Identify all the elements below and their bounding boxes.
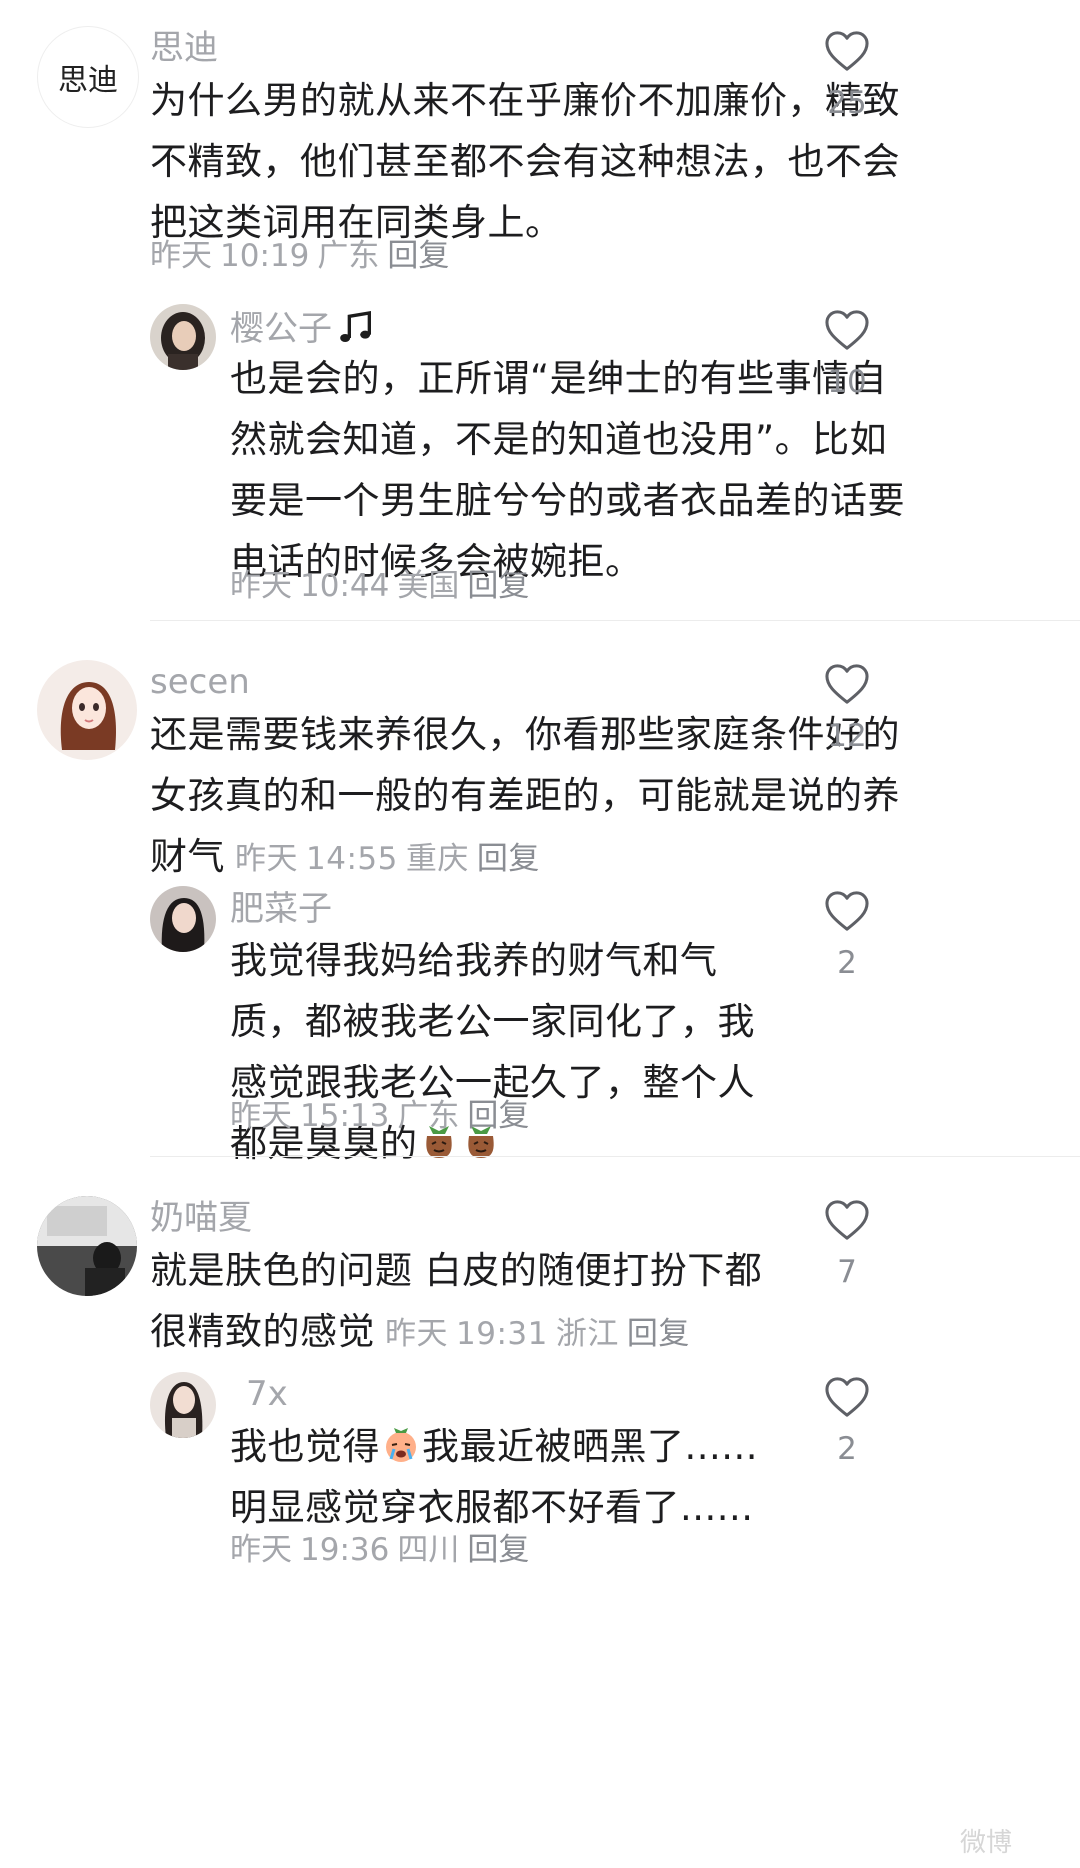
heart-icon [825, 1200, 869, 1240]
like-button[interactable]: 2 [807, 890, 887, 980]
avatar[interactable] [150, 304, 216, 370]
comment-location: 广东 [317, 238, 380, 274]
reply-date: 昨天 [230, 1098, 292, 1134]
like-button[interactable]: 12 [807, 663, 887, 753]
reply-location: 四川 [397, 1532, 460, 1568]
avatar[interactable] [37, 1196, 137, 1296]
avatar[interactable] [150, 1372, 216, 1438]
reply-meta: 昨天 15:13 广东 回复 [230, 1096, 537, 1136]
comment-meta: 昨天 14:55 重庆 回复 [235, 841, 548, 877]
comment-text: 还是需要钱来养很久，你看那些家庭条件好的女孩真的和一般的有差距的，可能就是说的养… [150, 704, 920, 887]
reply-button[interactable]: 回复 [467, 568, 529, 604]
heart-icon [825, 31, 869, 71]
username[interactable]: 奶喵夏 [150, 1198, 252, 1238]
like-count: 12 [827, 718, 867, 754]
comment-time: 19:31 [456, 1316, 548, 1352]
like-count: 2 [837, 1431, 857, 1467]
heart-icon [825, 310, 869, 350]
reply-button[interactable]: 回复 [477, 841, 540, 877]
music-note-icon [336, 308, 376, 348]
reply-time: 10:44 [300, 568, 390, 604]
reply-button[interactable]: 回复 [467, 1098, 529, 1134]
heart-icon [825, 664, 869, 704]
reply-location: 美国 [397, 568, 460, 604]
divider [150, 620, 1080, 621]
comment-time: 10:19 [220, 238, 310, 274]
avatar[interactable] [150, 886, 216, 952]
like-count: 25 [827, 85, 867, 121]
like-button[interactable]: 7 [807, 1199, 887, 1289]
like-count: 7 [837, 1254, 857, 1290]
reply-text-part-a: 我也觉得 [230, 1425, 380, 1468]
avatar[interactable] [37, 660, 137, 760]
reply-location: 广东 [397, 1098, 460, 1134]
reply-text: 我也觉得 我最近被晒黑了......明显感觉穿衣服都不好看了...... [230, 1416, 790, 1538]
comment-location: 浙江 [555, 1316, 619, 1352]
reply-text: 我觉得我妈给我养的财气和气质，都被我老公一家同化了，我感觉跟我老公一起久了，整个… [230, 930, 790, 1174]
reply-username-text: 樱公子 [230, 309, 332, 349]
reply-username[interactable]: 肥菜子 [230, 889, 332, 929]
like-count: 2 [837, 945, 857, 981]
comment-date: 昨天 [150, 238, 212, 274]
like-button[interactable]: 10 [807, 309, 887, 399]
watermark-text: 微博 [960, 1828, 1013, 1858]
like-button[interactable]: 2 [807, 1376, 887, 1466]
divider [150, 1156, 1080, 1157]
crying-face-emoji [381, 1425, 421, 1465]
reply-date: 昨天 [230, 1532, 292, 1568]
like-count: 10 [827, 364, 867, 400]
avatar[interactable]: 思迪 [37, 26, 139, 128]
username[interactable]: 思迪 [150, 28, 218, 68]
reply-button[interactable]: 回复 [627, 1316, 690, 1352]
watermark: 微博 [960, 1822, 1012, 1859]
comment-text: 就是肤色的问题 白皮的随便打扮下都很精致的感觉 昨天 19:31 浙江 回复 [150, 1240, 780, 1362]
avatar-calligraphy: 思迪 [58, 63, 118, 98]
heart-icon [825, 891, 869, 931]
comment-meta: 昨天 19:31 浙江 回复 [385, 1316, 698, 1352]
reply-time: 15:13 [300, 1098, 390, 1134]
reply-username[interactable]: 樱公子 [230, 308, 376, 349]
reply-button[interactable]: 回复 [467, 1532, 529, 1568]
username[interactable]: secen [150, 662, 250, 702]
reply-date: 昨天 [230, 568, 292, 604]
heart-icon [825, 1377, 869, 1417]
comment-text: 为什么男的就从来不在乎廉价不加廉价，精致不精致，他们甚至都不会有这种想法，也不会… [150, 79, 900, 244]
comment-date: 昨天 [385, 1316, 448, 1352]
reply-meta: 昨天 10:44 美国 回复 [230, 566, 537, 606]
like-button[interactable]: 25 [807, 30, 887, 120]
reply-username[interactable]: 7x [246, 1374, 288, 1414]
reply-time: 19:36 [300, 1532, 390, 1568]
reply-button[interactable]: 回复 [387, 238, 449, 274]
comment-time: 14:55 [306, 841, 398, 877]
comment-date: 昨天 [235, 841, 298, 877]
comment-meta: 昨天 10:19 广东 回复 [150, 236, 457, 276]
comment-location: 重庆 [405, 841, 469, 877]
reply-meta: 昨天 19:36 四川 回复 [230, 1530, 537, 1570]
